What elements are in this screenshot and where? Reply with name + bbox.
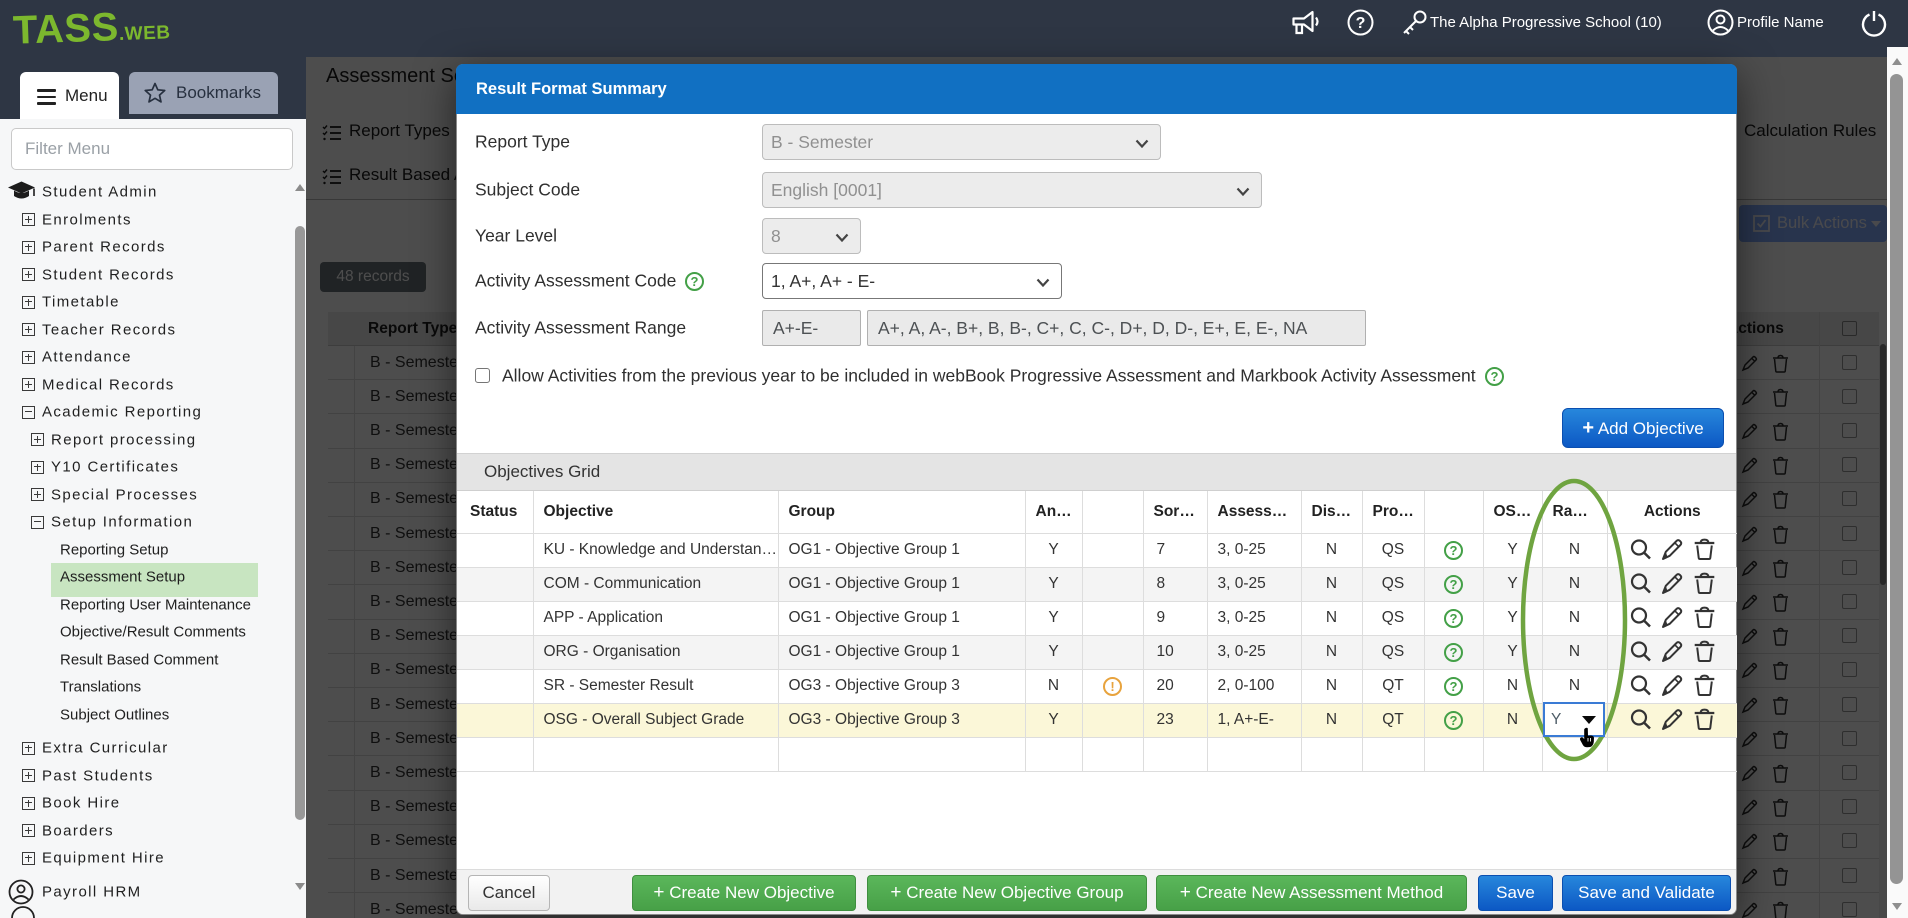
svg-text:?: ? (1356, 15, 1366, 32)
